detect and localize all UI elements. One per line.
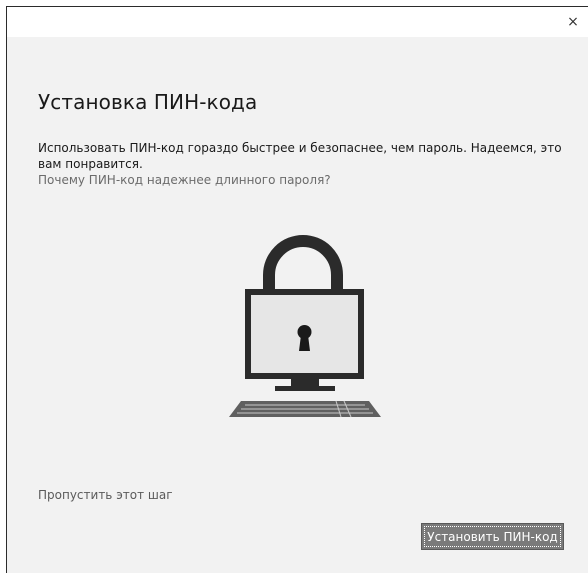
skip-step-link[interactable]: Пропустить этот шаг bbox=[38, 488, 173, 502]
lock-shackle bbox=[263, 235, 343, 293]
description-text: Использовать ПИН-код гораздо быстрее и б… bbox=[38, 141, 562, 171]
title-bar: × bbox=[7, 7, 588, 37]
set-pin-button[interactable]: Установить ПИН-код bbox=[421, 523, 564, 550]
keyboard bbox=[229, 400, 381, 418]
help-link[interactable]: Почему ПИН-код надежнее длинного пароля? bbox=[38, 173, 331, 187]
page-title: Установка ПИН-кода bbox=[38, 90, 258, 114]
lock-computer-icon bbox=[229, 235, 381, 418]
monitor-stand bbox=[291, 379, 319, 386]
pin-setup-window: × Установка ПИН-кода Использовать ПИН-ко… bbox=[6, 6, 588, 573]
close-icon[interactable]: × bbox=[558, 7, 588, 37]
